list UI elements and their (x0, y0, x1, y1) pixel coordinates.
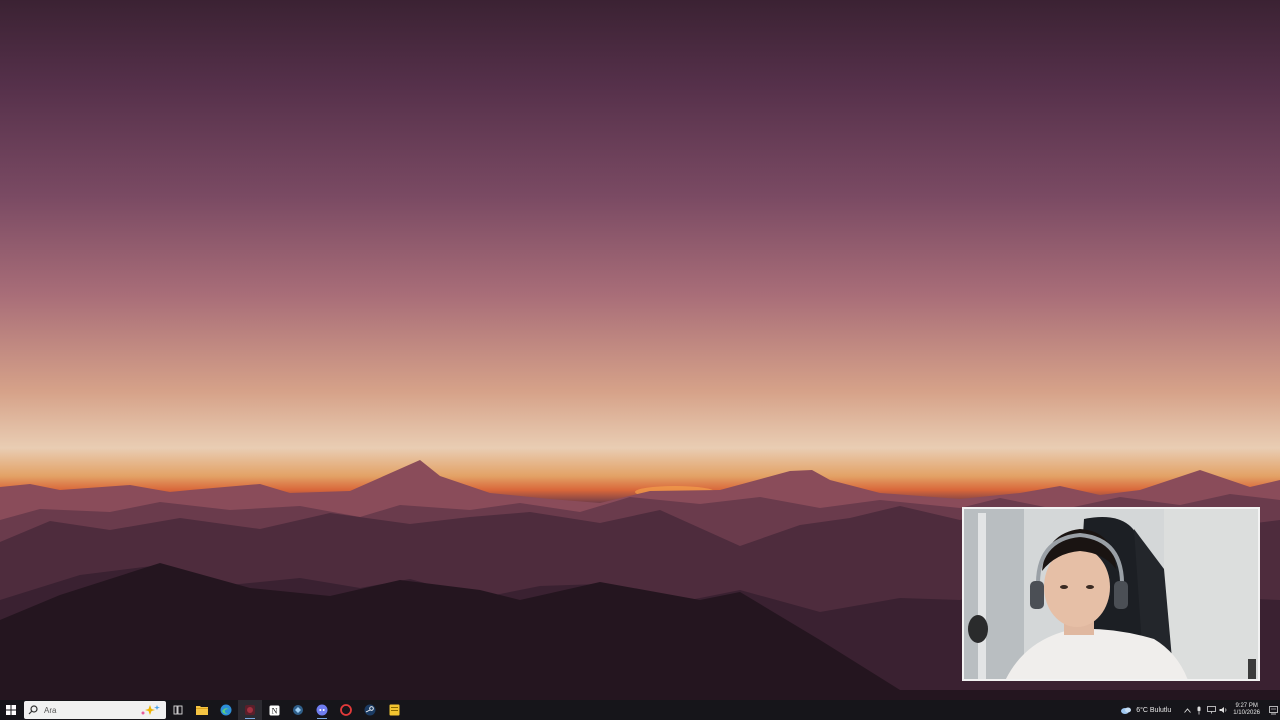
notion-button[interactable]: N (262, 700, 286, 720)
discord-button[interactable] (310, 700, 334, 720)
microphone-button[interactable] (1193, 700, 1205, 720)
webcam-feed (964, 509, 1258, 679)
opera-icon (340, 704, 352, 716)
cloud-icon (1121, 707, 1132, 714)
sparkle-icon[interactable] (140, 703, 162, 717)
task-view-button[interactable] (166, 700, 190, 720)
clock[interactable]: 9:27 PM 1/10/2026 (1233, 703, 1260, 717)
webcam-overlay (962, 507, 1260, 681)
chevron-up-icon (1183, 707, 1191, 713)
steam-button[interactable] (358, 700, 382, 720)
folder-icon (196, 706, 208, 715)
opera-button[interactable] (334, 700, 358, 720)
notion-icon: N (269, 705, 279, 715)
system-tray: 6°C Bulutlu 9:27 PM 1/10/2026 (1120, 700, 1280, 720)
task-view-icon (173, 705, 183, 715)
start-button[interactable] (0, 700, 22, 720)
notes-button[interactable] (382, 700, 406, 720)
search-placeholder: Ara (44, 705, 57, 715)
notes-icon (389, 704, 399, 716)
volume-button[interactable] (1217, 700, 1229, 720)
clock-time: 9:27 PM (1235, 703, 1258, 709)
taskbar-search-box[interactable]: Ara (24, 701, 166, 719)
clock-date: 1/10/2026 (1233, 710, 1260, 716)
app-red-button[interactable] (238, 700, 262, 720)
desktop-wallpaper (0, 0, 1280, 700)
app-blue-button[interactable] (286, 700, 310, 720)
microphone-icon (1197, 706, 1201, 714)
app-icon (245, 705, 255, 715)
weather-widget[interactable]: 6°C Bulutlu (1120, 705, 1171, 715)
edge-button[interactable] (214, 700, 238, 720)
steam-icon (364, 704, 376, 716)
notification-center-button[interactable] (1266, 705, 1280, 715)
weather-text: 6°C Bulutlu (1136, 706, 1172, 714)
app-icon (293, 705, 303, 715)
notification-icon (1268, 705, 1278, 714)
file-explorer-button[interactable] (190, 700, 214, 720)
edge-icon (220, 704, 232, 716)
discord-icon (316, 704, 328, 716)
search-icon (28, 705, 38, 715)
svg-text:N: N (271, 706, 277, 715)
speaker-icon (1219, 707, 1227, 713)
network-icon (1206, 706, 1216, 714)
show-hidden-icons-button[interactable] (1181, 700, 1193, 720)
taskbar: Ara N 6°C Bulutlu 9:27 PM 1/10/2026 (0, 700, 1280, 720)
network-button[interactable] (1205, 700, 1217, 720)
windows-logo-icon (6, 705, 16, 715)
